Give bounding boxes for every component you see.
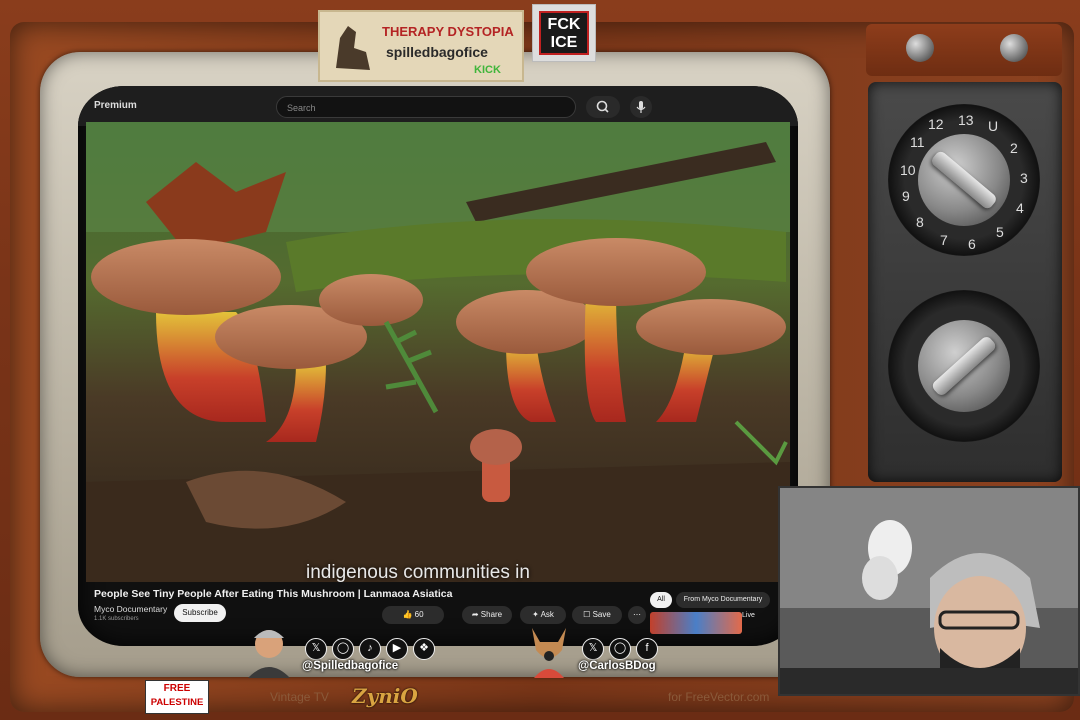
dial-number: 11 — [910, 134, 925, 150]
therapy-dystopia-sticker: THERAPY DYSTOPIA spilledbagofice KICK — [318, 10, 524, 82]
small-knob-right[interactable] — [1000, 34, 1028, 62]
dial-number: 4 — [1016, 200, 1024, 216]
share-button[interactable]: ➦ Share — [462, 606, 512, 624]
youtube-logo[interactable]: Premium — [94, 100, 137, 111]
save-label: Save — [592, 610, 611, 619]
dog-avatar — [532, 628, 566, 678]
dial-number: 12 — [928, 116, 944, 132]
mic-icon — [636, 101, 646, 113]
brand-label: Vintage TV — [270, 690, 329, 704]
youtube-top-bar: Premium Search — [78, 86, 798, 126]
dial-number: 8 — [916, 214, 924, 230]
share-icon: ➦ — [471, 610, 479, 619]
brand-name: ZyniO — [352, 684, 418, 708]
free-palestine-badge: FREE PALESTINE — [145, 680, 209, 714]
dial-number: 7 — [940, 232, 948, 248]
avatar-left — [248, 630, 290, 678]
like-button[interactable]: 👍 60 — [382, 606, 444, 624]
share-label: Share — [480, 610, 503, 619]
dial-number: 3 — [1020, 170, 1028, 186]
bookmark-icon: ☐ — [583, 610, 591, 619]
sparkle-icon: ✦ — [532, 610, 539, 619]
therapy-handle: spilledbagofice — [386, 44, 488, 60]
youtube-icon[interactable]: ▶ — [386, 638, 408, 660]
video-caption: indigenous communities in — [306, 562, 530, 582]
search-button[interactable] — [586, 96, 620, 118]
knob-handle — [929, 149, 999, 211]
dial-number: 9 — [902, 188, 910, 204]
video-player[interactable]: indigenous communities in — [86, 122, 790, 582]
credit-text: for FreeVector.com — [668, 690, 770, 704]
small-knob-left[interactable] — [906, 34, 934, 62]
fck-ice-text: FCK ICE — [539, 11, 589, 55]
subscribe-button[interactable]: Subscribe — [174, 604, 226, 622]
dial-number: U — [988, 118, 999, 134]
chip-all[interactable]: All — [650, 592, 672, 608]
like-count: 60 — [414, 610, 424, 619]
tv-screen: Premium Search indigenous communities in… — [78, 86, 798, 646]
mushroom-forest-image — [86, 122, 790, 582]
free-palestine-line2: PALESTINE — [150, 697, 204, 708]
tv-top-panel — [866, 24, 1062, 76]
right-social-handle: @CarlosBDog — [578, 660, 656, 672]
save-button[interactable]: ☐ Save — [572, 606, 622, 624]
webcam-feed — [778, 486, 1080, 696]
ask-label: Ask — [540, 610, 554, 619]
facebook-icon[interactable]: f — [636, 638, 658, 660]
kick-label: KICK — [474, 64, 501, 76]
twitter-icon[interactable]: 𝕏 — [305, 638, 327, 660]
bluesky-icon[interactable]: ❖ — [413, 638, 435, 660]
channel-name[interactable]: Myco Documentary — [94, 604, 167, 614]
dial-number: 10 — [900, 162, 916, 178]
video-title: People See Tiny People After Eating This… — [94, 588, 453, 600]
therapy-title: THERAPY DYSTOPIA — [382, 24, 514, 39]
dial-number: 5 — [996, 224, 1004, 240]
instagram-icon[interactable]: ◯ — [609, 638, 631, 660]
dog-silhouette-icon — [336, 26, 370, 70]
channel-knob[interactable] — [918, 134, 1010, 226]
dial-number: 6 — [968, 236, 976, 252]
chip-from-channel[interactable]: From Myco Documentary — [676, 592, 770, 608]
instagram-icon[interactable]: ◯ — [332, 638, 354, 660]
twitter-icon[interactable]: 𝕏 — [582, 638, 604, 660]
dial-number: 13 — [958, 112, 974, 128]
volume-knob[interactable] — [918, 320, 1010, 412]
free-palestine-line1: FREE — [163, 683, 191, 694]
knob-handle — [930, 334, 998, 398]
fck-ice-sticker: FCK ICE — [532, 4, 596, 62]
thumbs-up-icon: 👍 — [402, 610, 413, 619]
more-options-button[interactable]: ⋯ — [628, 606, 646, 624]
live-label: Live — [742, 612, 755, 619]
tiktok-icon[interactable]: ♪ — [359, 638, 381, 660]
search-icon — [596, 100, 609, 113]
search-input[interactable]: Search — [276, 96, 576, 118]
mic-button[interactable] — [630, 96, 652, 118]
recommended-thumbnail[interactable] — [650, 612, 742, 634]
channel-subscribers: 1.1K subscribers — [94, 616, 139, 622]
streamer-image — [780, 488, 1078, 694]
left-social-handle: @Spilledbagofice — [302, 660, 399, 672]
dial-number: 2 — [1010, 140, 1018, 156]
